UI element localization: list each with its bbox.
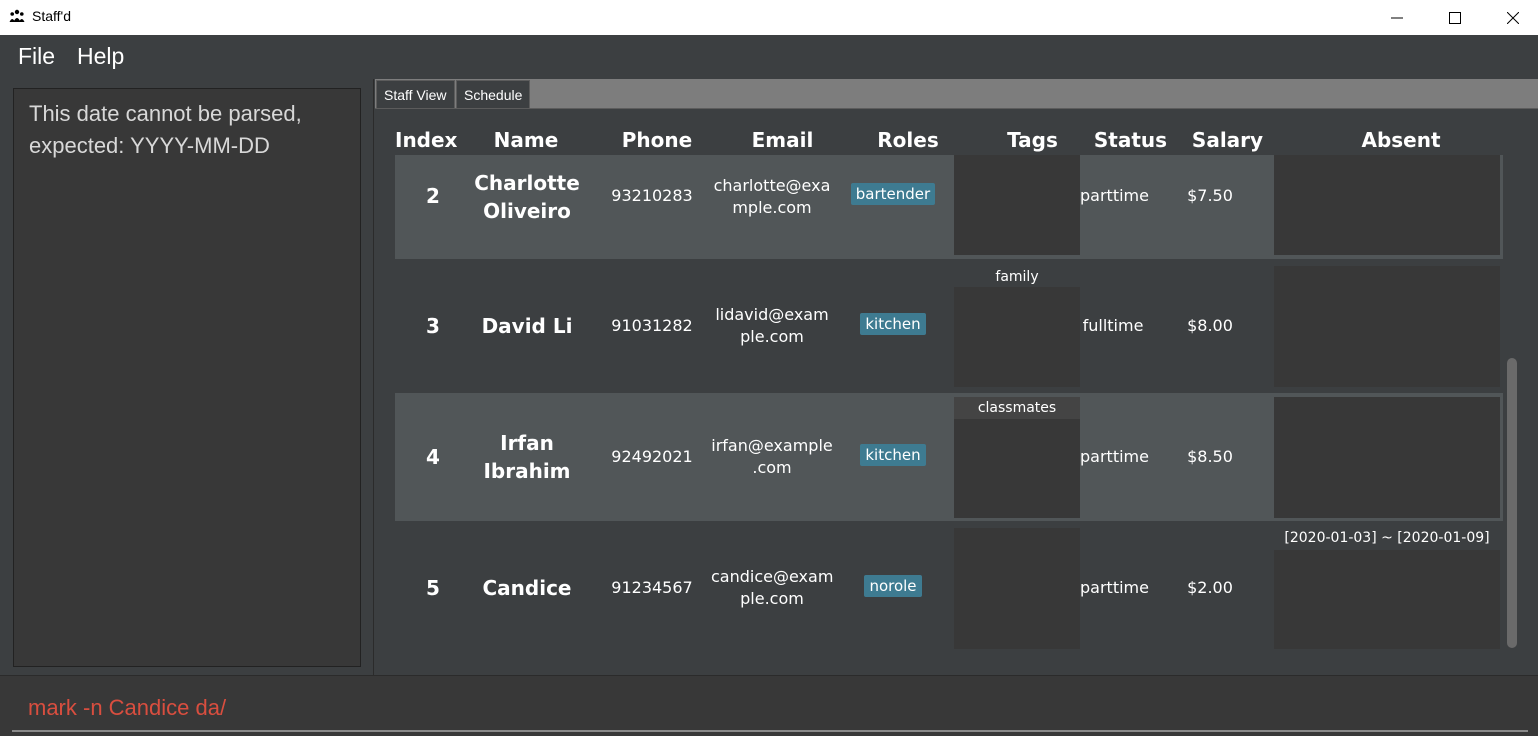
- result-message: This date cannot be parsed, expected: YY…: [29, 101, 302, 158]
- row-name-line1: David Li: [481, 314, 573, 338]
- row-phone: 91031282: [611, 316, 693, 335]
- row-index: 2: [426, 184, 440, 208]
- row-email-line1: irfan@example: [711, 436, 833, 455]
- row-role: bartender: [843, 183, 943, 205]
- staff-group-icon: [9, 9, 25, 22]
- absent-period-box: [1274, 155, 1500, 255]
- row-salary: $8.50: [1187, 447, 1233, 466]
- row-phone: 93210283: [611, 186, 693, 205]
- row-name: Charlotte Oliveiro: [471, 169, 583, 225]
- row-email-line1: lidavid@exam: [715, 305, 829, 324]
- row-role: kitchen: [843, 444, 943, 466]
- row-role: kitchen: [843, 313, 943, 335]
- menu-help[interactable]: Help: [77, 43, 124, 70]
- row-email-line2: ple.com: [740, 589, 804, 608]
- header-email[interactable]: Email: [725, 128, 840, 152]
- table-row[interactable]: 4 Irfan Ibrahim 92492021 irfan@example .…: [395, 393, 1503, 521]
- row-name-line1: Candice: [482, 576, 572, 600]
- table-header: Index Name Phone Email Roles Tags Status…: [375, 128, 1538, 176]
- row-status: fulltime: [1082, 316, 1144, 335]
- row-index: 4: [426, 445, 440, 469]
- menu-bar: File Help: [0, 35, 1538, 79]
- minimize-button[interactable]: [1368, 0, 1426, 35]
- command-bar: [0, 675, 1538, 736]
- role-badge: norole: [864, 575, 922, 597]
- row-phone: 91234567: [611, 578, 693, 597]
- role-badge: kitchen: [860, 313, 926, 335]
- menu-file[interactable]: File: [18, 43, 55, 70]
- row-email-line2: .com: [752, 458, 792, 477]
- row-email-line2: mple.com: [732, 198, 812, 217]
- window-title: Staff'd: [32, 8, 71, 24]
- header-phone[interactable]: Phone: [607, 128, 707, 152]
- tags-box: [954, 287, 1080, 387]
- minimize-icon: [1391, 17, 1403, 18]
- row-email: irfan@example .com: [711, 435, 833, 479]
- tags-box: [954, 155, 1080, 255]
- table-row[interactable]: 3 David Li 91031282 lidavid@exam ple.com…: [395, 262, 1503, 390]
- tag-label: classmates: [977, 400, 1057, 416]
- row-role: norole: [843, 575, 943, 597]
- tab-schedule[interactable]: Schedule: [456, 80, 531, 109]
- row-salary: $8.00: [1187, 316, 1233, 335]
- result-pane: This date cannot be parsed, expected: YY…: [0, 79, 374, 675]
- row-email-line1: candice@exam: [711, 567, 834, 586]
- row-email: charlotte@exa mple.com: [711, 175, 833, 219]
- tag-label: family: [995, 269, 1039, 285]
- role-badge: bartender: [850, 183, 936, 205]
- row-name-line1: Irfan: [500, 431, 554, 455]
- tab-staff-view[interactable]: Staff View: [376, 80, 455, 109]
- row-email-line2: ple.com: [740, 327, 804, 346]
- tags-box: [954, 419, 1080, 518]
- close-button[interactable]: [1484, 0, 1538, 35]
- row-status: parttime: [1080, 186, 1149, 205]
- header-status[interactable]: Status: [1093, 128, 1168, 152]
- result-display[interactable]: This date cannot be parsed, expected: YY…: [13, 88, 361, 667]
- row-name-line2: Oliveiro: [483, 199, 571, 223]
- tab-strip: Staff View Schedule: [375, 79, 1538, 109]
- header-tags[interactable]: Tags: [995, 128, 1070, 152]
- header-name[interactable]: Name: [471, 128, 581, 152]
- row-name-line1: Charlotte: [474, 171, 580, 195]
- row-name: Irfan Ibrahim: [471, 429, 583, 485]
- absent-period-box: [1274, 397, 1500, 518]
- maximize-icon: [1449, 11, 1461, 24]
- table-row[interactable]: 5 Candice 91234567 candice@exam ple.com …: [395, 524, 1503, 652]
- scrollbar-thumb[interactable]: [1507, 358, 1517, 648]
- header-roles[interactable]: Roles: [863, 128, 953, 152]
- row-phone: 92492021: [611, 447, 693, 466]
- close-icon: [1507, 11, 1519, 24]
- header-index[interactable]: Index: [395, 128, 457, 152]
- row-email-line1: charlotte@exa: [713, 176, 831, 195]
- tags-box: [954, 528, 1080, 649]
- row-salary: $7.50: [1187, 186, 1233, 205]
- row-index: 5: [426, 576, 440, 600]
- absent-period-box: [1274, 550, 1500, 649]
- vertical-scrollbar[interactable]: [1503, 154, 1521, 654]
- absent-period-box: [1274, 266, 1500, 387]
- staff-table: Index Name Phone Email Roles Tags Status…: [375, 110, 1538, 675]
- row-index: 3: [426, 314, 440, 338]
- row-status: parttime: [1080, 447, 1149, 466]
- row-status: parttime: [1080, 578, 1149, 597]
- row-salary: $2.00: [1187, 578, 1233, 597]
- row-name: Candice: [471, 574, 583, 602]
- main-pane: Staff View Schedule Index Name Phone Ema…: [375, 79, 1538, 675]
- absent-period-label: [2020-01-03] ~ [2020-01-09]: [1284, 530, 1490, 546]
- command-input[interactable]: [12, 686, 1528, 732]
- row-email: candice@exam ple.com: [711, 566, 833, 610]
- row-email: lidavid@exam ple.com: [711, 304, 833, 348]
- role-badge: kitchen: [860, 444, 926, 466]
- row-name-line2: Ibrahim: [483, 459, 571, 483]
- table-row[interactable]: 2 Charlotte Oliveiro 93210283 charlotte@…: [395, 155, 1503, 259]
- row-name: David Li: [471, 312, 583, 340]
- title-bar: Staff'd: [0, 0, 1538, 35]
- maximize-button[interactable]: [1426, 0, 1484, 35]
- header-salary[interactable]: Salary: [1190, 128, 1265, 152]
